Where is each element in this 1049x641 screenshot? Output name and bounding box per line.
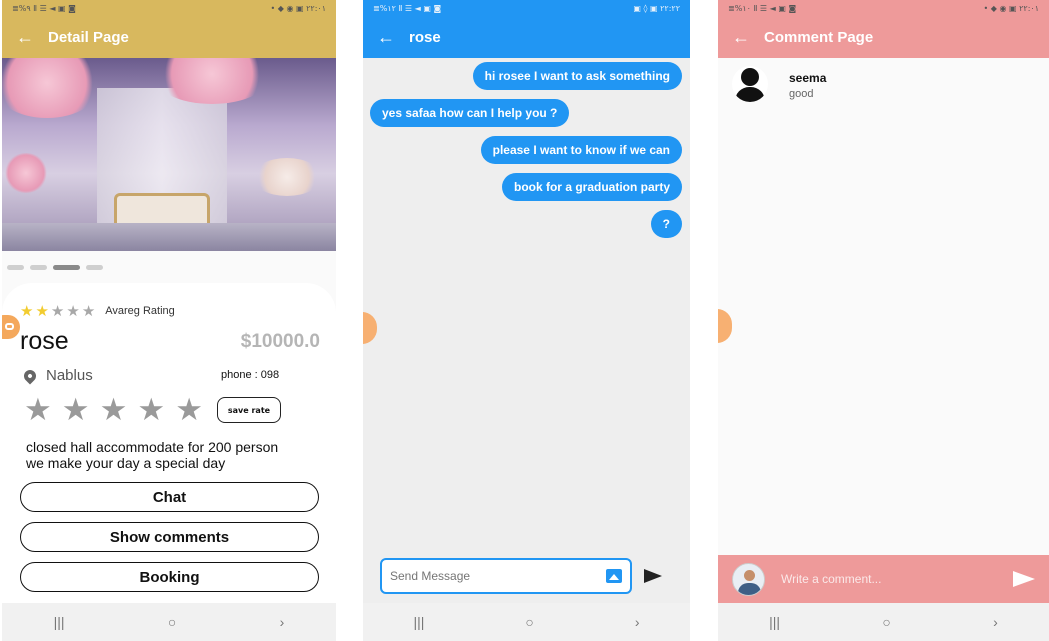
rate-star-1-icon[interactable]: ★ xyxy=(24,391,52,429)
star-icon: ★ xyxy=(50,303,65,320)
carousel-dot[interactable] xyxy=(86,264,103,270)
recent-apps-icon[interactable]: ||| xyxy=(54,614,65,630)
star-icon: ★ xyxy=(66,303,80,320)
message-input[interactable] xyxy=(390,569,590,583)
home-icon[interactable]: ○ xyxy=(168,614,176,630)
rate-star-3-icon[interactable]: ★ xyxy=(100,391,128,429)
carousel-indicator[interactable] xyxy=(2,251,336,283)
message-bubble: yes safaa how can I help you ? xyxy=(370,99,570,127)
carousel-dot[interactable] xyxy=(7,264,24,270)
booking-button[interactable]: Booking xyxy=(20,562,319,592)
flower-decoration xyxy=(252,158,322,196)
detail-card: ★ ★ ★ ★ ★ Avareg Rating rose $10000.0 Nablus… xyxy=(2,283,336,603)
floating-chat-tab[interactable] xyxy=(2,315,20,339)
hall-description: closed hall accommodate for 200 person w… xyxy=(26,439,278,471)
page-title: Comment Page xyxy=(764,28,874,46)
hall-photo[interactable] xyxy=(2,58,336,251)
status-icons-left: ≣%١٠ Ⅱ ☰ ◄ ▣ ◙ xyxy=(728,3,797,13)
chat-button[interactable]: Chat xyxy=(20,482,319,512)
nav-back-icon[interactable]: › xyxy=(280,614,285,630)
floor-decoration xyxy=(2,223,336,251)
home-icon[interactable]: ○ xyxy=(882,614,890,630)
app-bar: ← Detail Page xyxy=(2,16,336,58)
rate-star-5-icon[interactable]: ★ xyxy=(175,391,203,429)
chat-screen: ≣%١٢ Ⅱ ☰ ◄ ▣ ◙ ▣ ◊ ▣ ٢٢:٢٢ ← rose hi ros… xyxy=(363,0,690,641)
average-rating-stars: ★ ★ ★ ★ ★ xyxy=(20,302,97,320)
message-bubble: please I want to know if we can xyxy=(480,136,682,164)
show-comments-button[interactable]: Show comments xyxy=(20,522,319,552)
recent-apps-icon[interactable]: ||| xyxy=(769,614,780,630)
user-avatar-icon xyxy=(732,66,768,102)
message-field xyxy=(380,558,632,594)
star-icon: ★ xyxy=(81,303,96,320)
message-bubble: book for a graduation party xyxy=(501,173,682,201)
star-icon: ★ xyxy=(20,303,34,320)
system-nav-bar: ||| ○ › xyxy=(2,603,336,641)
send-icon[interactable] xyxy=(644,569,662,583)
back-arrow-icon[interactable]: ← xyxy=(363,27,409,48)
nav-back-icon[interactable]: › xyxy=(993,614,998,630)
home-icon[interactable]: ○ xyxy=(525,614,533,630)
message-bubble: ? xyxy=(650,210,682,238)
send-icon[interactable] xyxy=(1013,571,1035,587)
floating-side-tab[interactable] xyxy=(718,309,732,343)
status-bar: ≣%٩ Ⅱ ☰ ◄ ▣ ◙ • ◆ ◉ ▣ ٢٢:٠١ xyxy=(2,0,336,16)
recent-apps-icon[interactable]: ||| xyxy=(413,614,424,630)
hall-price: $10000.0 xyxy=(240,331,320,352)
back-arrow-icon[interactable]: ← xyxy=(2,27,48,48)
comment-screen: ≣%١٠ Ⅱ ☰ ◄ ▣ ◙ • ◆ ◉ ▣ ٢٢:٠١ ← Comment P… xyxy=(718,0,1049,641)
app-bar: ← Comment Page xyxy=(718,16,1049,58)
save-rate-button[interactable]: save rate xyxy=(216,397,281,423)
comment-item: seema good xyxy=(732,66,826,102)
average-rating-label: Avareg Rating xyxy=(105,305,175,317)
detail-screen: ≣%٩ Ⅱ ☰ ◄ ▣ ◙ • ◆ ◉ ▣ ٢٢:٠١ ← Detail Pag… xyxy=(2,0,336,641)
status-icons-right: ▣ ◊ ▣ ٢٢:٢٢ xyxy=(633,3,680,13)
description-line: closed hall accommodate for 200 person xyxy=(26,439,279,455)
nav-back-icon[interactable]: › xyxy=(635,614,640,630)
message-list[interactable]: hi rosee I want to ask something yes saf… xyxy=(363,58,690,558)
location-pin-icon xyxy=(21,367,39,384)
comment-author: seema xyxy=(789,71,827,85)
comment-composer xyxy=(718,555,1049,603)
star-icon: ★ xyxy=(35,303,49,320)
comment-text: good xyxy=(789,88,814,100)
chat-title: rose xyxy=(409,28,441,46)
app-bar: ← rose xyxy=(363,16,690,58)
back-arrow-icon[interactable]: ← xyxy=(718,27,764,48)
image-icon[interactable] xyxy=(606,569,622,583)
hall-name: rose xyxy=(20,327,69,355)
rate-star-4-icon[interactable]: ★ xyxy=(137,391,165,429)
status-icons-right: • ◆ ◉ ▣ ٢٢:٠١ xyxy=(983,3,1039,13)
phone-number: phone : 098 xyxy=(221,369,280,381)
system-nav-bar: ||| ○ › xyxy=(363,603,690,641)
comment-input[interactable] xyxy=(781,572,1013,586)
rate-star-2-icon[interactable]: ★ xyxy=(62,391,90,429)
status-icons-left: ≣%٩ Ⅱ ☰ ◄ ▣ ◙ xyxy=(12,3,76,13)
system-nav-bar: ||| ○ › xyxy=(718,603,1049,641)
message-bubble: hi rosee I want to ask something xyxy=(472,62,682,90)
sofa-decoration xyxy=(114,193,210,227)
location: Nablus xyxy=(21,367,93,384)
rating-input: ★ ★ ★ ★ ★ save rate xyxy=(24,391,281,429)
carousel-dot[interactable] xyxy=(53,264,80,270)
flower-decoration xyxy=(2,58,102,118)
description-line: we make your day a special day xyxy=(26,455,226,471)
page-title: Detail Page xyxy=(48,28,129,46)
status-icons-left: ≣%١٢ Ⅱ ☰ ◄ ▣ ◙ xyxy=(373,3,442,13)
location-text: Nablus xyxy=(46,367,93,384)
carousel-dot[interactable] xyxy=(30,264,47,270)
average-rating: ★ ★ ★ ★ ★ Avareg Rating xyxy=(20,302,175,320)
status-icons-right: • ◆ ◉ ▣ ٢٢:٠١ xyxy=(270,3,326,13)
flower-decoration xyxy=(4,153,48,193)
message-composer xyxy=(380,558,680,594)
my-avatar-icon xyxy=(732,562,765,596)
status-bar: ≣%١٠ Ⅱ ☰ ◄ ▣ ◙ • ◆ ◉ ▣ ٢٢:٠١ xyxy=(718,0,1049,16)
status-bar: ≣%١٢ Ⅱ ☰ ◄ ▣ ◙ ▣ ◊ ▣ ٢٢:٢٢ xyxy=(363,0,690,16)
chat-icon xyxy=(5,323,14,330)
